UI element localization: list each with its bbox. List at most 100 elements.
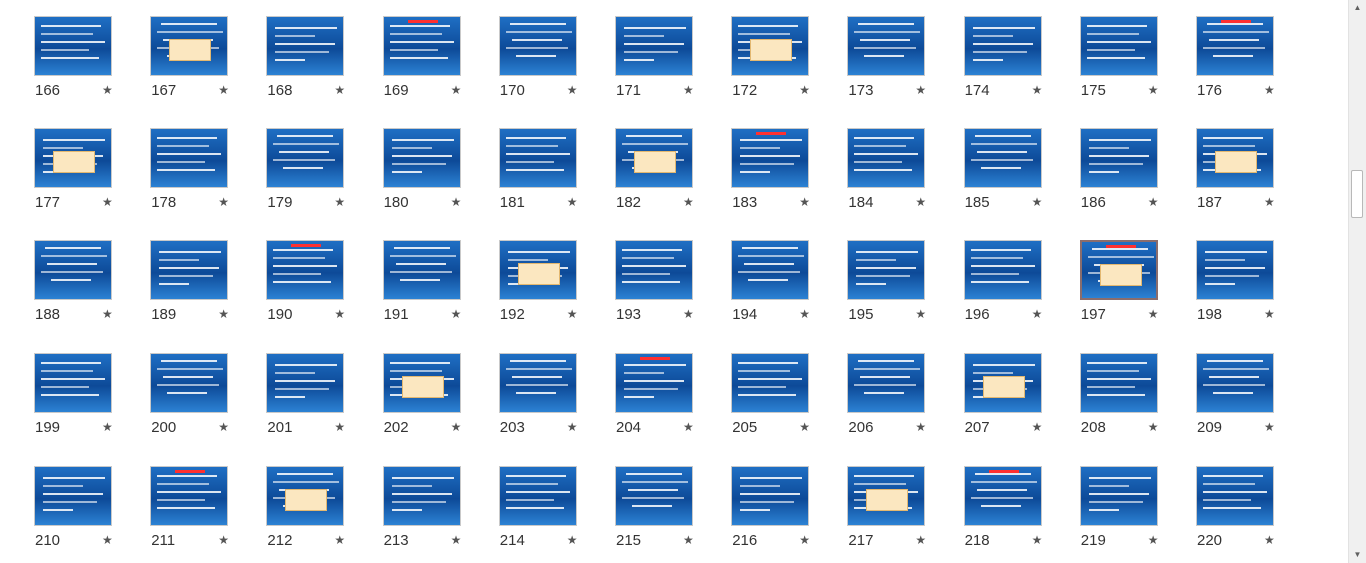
transition-star-icon[interactable]: ★ bbox=[1148, 195, 1159, 209]
slide-preview[interactable] bbox=[34, 353, 112, 413]
slide-preview[interactable] bbox=[150, 128, 229, 188]
slide-preview[interactable] bbox=[150, 353, 229, 413]
transition-star-icon[interactable]: ★ bbox=[567, 83, 578, 97]
vertical-scrollbar[interactable]: ▲ ▼ bbox=[1348, 0, 1366, 563]
transition-star-icon[interactable]: ★ bbox=[451, 195, 462, 209]
transition-star-icon[interactable]: ★ bbox=[1264, 307, 1275, 321]
transition-star-icon[interactable]: ★ bbox=[915, 420, 926, 434]
slide-thumbnail-200[interactable]: 200 ★ bbox=[116, 335, 229, 447]
slide-preview[interactable] bbox=[615, 16, 693, 76]
slide-thumbnail-209[interactable]: 209 ★ bbox=[1162, 335, 1275, 447]
slide-thumbnail-201[interactable]: 201 ★ bbox=[232, 335, 345, 447]
slide-thumbnail-182[interactable]: 182 ★ bbox=[581, 110, 694, 222]
slide-thumbnail-184[interactable]: 184 ★ bbox=[813, 110, 926, 222]
slide-preview[interactable] bbox=[731, 466, 810, 526]
slide-thumbnail-191[interactable]: 191 ★ bbox=[349, 222, 461, 334]
transition-star-icon[interactable]: ★ bbox=[218, 195, 229, 209]
slide-preview[interactable] bbox=[963, 128, 1042, 188]
slide-preview[interactable] bbox=[731, 353, 810, 413]
slide-preview[interactable] bbox=[34, 128, 112, 188]
slide-preview[interactable] bbox=[963, 466, 1042, 526]
slide-thumbnail-214[interactable]: 214 ★ bbox=[465, 448, 578, 560]
slide-preview[interactable] bbox=[1079, 240, 1158, 300]
scroll-down-arrow[interactable]: ▼ bbox=[1349, 547, 1366, 563]
transition-star-icon[interactable]: ★ bbox=[451, 83, 462, 97]
transition-star-icon[interactable]: ★ bbox=[1148, 83, 1159, 97]
transition-star-icon[interactable]: ★ bbox=[683, 307, 694, 321]
slide-preview[interactable] bbox=[963, 240, 1042, 300]
slide-preview[interactable] bbox=[266, 240, 345, 300]
slide-preview[interactable] bbox=[847, 240, 926, 300]
slide-thumbnail-178[interactable]: 178 ★ bbox=[116, 110, 229, 222]
transition-star-icon[interactable]: ★ bbox=[451, 533, 462, 547]
transition-star-icon[interactable]: ★ bbox=[1032, 420, 1043, 434]
slide-thumbnail-166[interactable]: 166 ★ bbox=[0, 0, 113, 110]
slide-thumbnail-183[interactable]: 183 ★ bbox=[697, 110, 810, 222]
slide-thumbnail-172[interactable]: 172 ★ bbox=[697, 0, 810, 110]
slide-preview[interactable] bbox=[731, 128, 810, 188]
transition-star-icon[interactable]: ★ bbox=[683, 420, 694, 434]
slide-thumbnail-215[interactable]: 215 ★ bbox=[581, 448, 694, 560]
slide-preview[interactable] bbox=[1196, 466, 1274, 526]
slide-preview[interactable] bbox=[731, 16, 810, 76]
slide-thumbnail-194[interactable]: 194 ★ bbox=[697, 222, 810, 334]
slide-preview[interactable] bbox=[34, 16, 112, 76]
slide-thumbnail-220[interactable]: 220 ★ bbox=[1162, 448, 1275, 560]
slide-thumbnail-170[interactable]: 170 ★ bbox=[465, 0, 578, 110]
transition-star-icon[interactable]: ★ bbox=[102, 533, 113, 547]
transition-star-icon[interactable]: ★ bbox=[1032, 195, 1043, 209]
transition-star-icon[interactable]: ★ bbox=[1148, 420, 1159, 434]
scroll-up-arrow[interactable]: ▲ bbox=[1349, 0, 1366, 16]
transition-star-icon[interactable]: ★ bbox=[102, 307, 113, 321]
transition-star-icon[interactable]: ★ bbox=[334, 533, 345, 547]
slide-thumbnail-206[interactable]: 206 ★ bbox=[813, 335, 926, 447]
slide-preview[interactable] bbox=[266, 16, 345, 76]
slide-preview[interactable] bbox=[1079, 466, 1158, 526]
slide-preview[interactable] bbox=[963, 353, 1042, 413]
transition-star-icon[interactable]: ★ bbox=[451, 307, 462, 321]
transition-star-icon[interactable]: ★ bbox=[1264, 83, 1275, 97]
slide-preview[interactable] bbox=[731, 240, 810, 300]
slide-preview[interactable] bbox=[150, 16, 229, 76]
slide-thumbnail-205[interactable]: 205 ★ bbox=[697, 335, 810, 447]
transition-star-icon[interactable]: ★ bbox=[218, 420, 229, 434]
slide-preview[interactable] bbox=[498, 466, 577, 526]
transition-star-icon[interactable]: ★ bbox=[567, 420, 578, 434]
transition-star-icon[interactable]: ★ bbox=[1032, 307, 1043, 321]
slide-thumbnail-210[interactable]: 210 ★ bbox=[0, 448, 113, 560]
transition-star-icon[interactable]: ★ bbox=[915, 83, 926, 97]
slide-preview[interactable] bbox=[382, 466, 461, 526]
slide-thumbnail-202[interactable]: 202 ★ bbox=[349, 335, 461, 447]
slide-thumbnail-197[interactable]: 197 ★ bbox=[1046, 222, 1159, 334]
transition-star-icon[interactable]: ★ bbox=[915, 533, 926, 547]
slide-preview[interactable] bbox=[615, 353, 693, 413]
slide-thumbnail-218[interactable]: 218 ★ bbox=[930, 448, 1042, 560]
slide-preview[interactable] bbox=[1079, 16, 1158, 76]
transition-star-icon[interactable]: ★ bbox=[799, 307, 810, 321]
slide-thumbnail-204[interactable]: 204 ★ bbox=[581, 335, 694, 447]
slide-thumbnail-195[interactable]: 195 ★ bbox=[813, 222, 926, 334]
transition-star-icon[interactable]: ★ bbox=[218, 83, 229, 97]
transition-star-icon[interactable]: ★ bbox=[799, 533, 810, 547]
transition-star-icon[interactable]: ★ bbox=[451, 420, 462, 434]
slide-thumbnail-199[interactable]: 199 ★ bbox=[0, 335, 113, 447]
transition-star-icon[interactable]: ★ bbox=[102, 83, 113, 97]
slide-thumbnail-171[interactable]: 171 ★ bbox=[581, 0, 694, 110]
slide-preview[interactable] bbox=[498, 16, 577, 76]
slide-thumbnail-212[interactable]: 212 ★ bbox=[232, 448, 345, 560]
slide-preview[interactable] bbox=[615, 466, 693, 526]
transition-star-icon[interactable]: ★ bbox=[683, 195, 694, 209]
slide-preview[interactable] bbox=[150, 466, 229, 526]
slide-preview[interactable] bbox=[382, 128, 461, 188]
slide-thumbnail-207[interactable]: 207 ★ bbox=[930, 335, 1042, 447]
slide-thumbnail-174[interactable]: 174 ★ bbox=[930, 0, 1042, 110]
slide-preview[interactable] bbox=[1079, 353, 1158, 413]
scroll-thumb[interactable] bbox=[1351, 170, 1363, 218]
slide-preview[interactable] bbox=[615, 128, 693, 188]
transition-star-icon[interactable]: ★ bbox=[334, 420, 345, 434]
slide-thumbnail-219[interactable]: 219 ★ bbox=[1046, 448, 1159, 560]
slide-thumbnail-177[interactable]: 177 ★ bbox=[0, 110, 113, 222]
slide-thumbnail-217[interactable]: 217 ★ bbox=[813, 448, 926, 560]
transition-star-icon[interactable]: ★ bbox=[567, 533, 578, 547]
transition-star-icon[interactable]: ★ bbox=[799, 195, 810, 209]
